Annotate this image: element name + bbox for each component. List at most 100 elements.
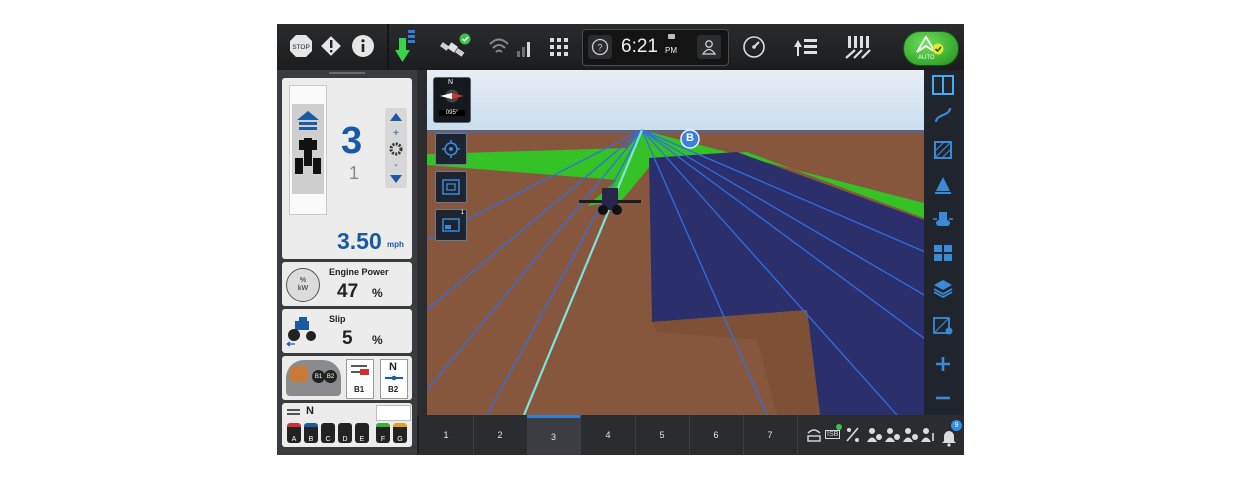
split-view-icon — [932, 75, 954, 95]
tiles-icon — [934, 245, 952, 261]
transmission-card[interactable]: 3 1 + - 3.50 mph — [282, 78, 412, 259]
line-b-marker[interactable]: B — [686, 132, 694, 144]
headland-button[interactable] — [929, 171, 957, 199]
auto-label: AUTO — [918, 55, 935, 61]
hitch-card[interactable]: B1 B2 B1 N B2 — [282, 356, 412, 400]
remote-valve-e[interactable]: E — [355, 423, 369, 443]
isobus-badge[interactable]: ISB — [825, 430, 841, 439]
remote-flow-right-box[interactable] — [376, 405, 411, 421]
svg-text:-: - — [394, 160, 397, 171]
satellite-icon[interactable] — [437, 32, 471, 62]
remote-valve-g[interactable]: G — [393, 423, 407, 443]
panel-handle[interactable] — [329, 72, 365, 74]
field-extents-icon — [442, 179, 460, 195]
slip-title: Slip — [329, 314, 346, 324]
remote-valve-c[interactable]: C — [321, 423, 335, 443]
layers-button[interactable] — [929, 274, 957, 302]
panel-divider — [417, 70, 427, 415]
slip-card[interactable]: Slip 5 % — [282, 309, 412, 353]
gear-adjust-control[interactable]: + - — [385, 108, 407, 188]
run-screen-tab[interactable]: 7 — [743, 415, 798, 455]
recenter-button[interactable] — [435, 133, 467, 165]
boundary-button[interactable] — [929, 136, 957, 164]
split-view-button[interactable] — [929, 71, 957, 99]
compass-widget[interactable]: N 095° — [433, 77, 471, 123]
help-button[interactable]: ? — [588, 35, 612, 59]
performance-gauge-icon[interactable] — [742, 35, 766, 59]
engine-power-card[interactable]: % kW Engine Power 47 % — [282, 262, 412, 306]
screen-layout-button[interactable]: 1 — [435, 209, 467, 241]
tab-label: 2 — [497, 430, 503, 440]
operator-4-icon[interactable] — [919, 425, 937, 445]
operator-2-icon[interactable] — [883, 425, 901, 445]
user-profile-button[interactable] — [697, 35, 721, 59]
run-screen-tab[interactable]: 2 — [473, 415, 528, 455]
hitch-gauge-b2: B2 — [324, 370, 337, 383]
clock-time[interactable]: 6:21 — [621, 36, 658, 58]
auto-steer-button[interactable]: AUTO — [903, 31, 959, 66]
compass-needle-icon — [440, 89, 464, 103]
run-screen-tab-active[interactable]: 3 — [527, 415, 581, 455]
run-screen-tab[interactable]: 4 — [581, 415, 636, 455]
remote-valve-b[interactable]: B — [304, 423, 318, 443]
hitch-b2-neutral: N — [389, 361, 397, 373]
sequence-up-icon[interactable] — [793, 36, 821, 58]
operator-1-icon[interactable] — [865, 425, 883, 445]
run-screen-tab[interactable]: 1 — [419, 415, 474, 455]
engine-power-icon: % kW — [286, 268, 320, 302]
remote-valve-a[interactable]: A — [287, 423, 301, 443]
operator-3-icon[interactable] — [901, 425, 919, 445]
svg-text:?: ? — [597, 43, 602, 53]
apps-grid-icon[interactable] — [549, 37, 569, 57]
remote-valve-d[interactable]: D — [338, 423, 352, 443]
zoom-in-button[interactable] — [929, 350, 957, 378]
run-screen-tab[interactable]: 5 — [635, 415, 690, 455]
headland-icon — [935, 177, 951, 194]
guidance-curve-icon — [934, 107, 952, 123]
field-tillage-icon[interactable] — [845, 34, 873, 60]
info-icon[interactable] — [351, 34, 375, 58]
lower-implement-icon[interactable] — [393, 28, 417, 66]
ground-speed-unit: mph — [387, 240, 404, 249]
hitch-b2-button[interactable]: N B2 — [380, 359, 408, 399]
vehicle-offset-button[interactable] — [929, 205, 957, 233]
guidance-map-view[interactable]: B N 095° 1 — [427, 70, 964, 415]
bottom-bar: 1 2 3 4 5 6 7 ISB 9 — [419, 415, 964, 455]
zoom-out-button[interactable] — [929, 384, 957, 412]
tab-label: 5 — [659, 430, 665, 440]
hitch-b1-button[interactable]: B1 — [346, 359, 374, 399]
remote-valves-card[interactable]: N A B C D E F G — [282, 403, 412, 447]
compass-heading: 095° — [439, 110, 465, 116]
notification-count: 9 — [951, 420, 962, 431]
layout-screen-icon — [442, 218, 460, 232]
warning-diamond-icon[interactable] — [319, 34, 343, 58]
minus-icon — [936, 396, 950, 400]
run-screen-tab[interactable]: 6 — [689, 415, 744, 455]
field-3d-scene[interactable] — [427, 70, 964, 415]
tractor-slip-icon — [286, 317, 316, 347]
tab-label: 3 — [550, 431, 556, 442]
slip-value: 5 — [342, 328, 353, 349]
engine-power-title: Engine Power — [329, 267, 389, 277]
camera-small-icon — [668, 34, 675, 39]
remote-flow-icon — [287, 409, 300, 415]
hitch-raise-lower-icon — [351, 365, 369, 375]
hitch-gauge-orange — [290, 366, 308, 382]
section-control-icon[interactable] — [845, 425, 861, 445]
map-layout-button[interactable] — [929, 239, 957, 267]
stop-text: STOP — [292, 44, 310, 51]
stop-button[interactable]: STOP — [289, 34, 313, 58]
zoom-extents-button[interactable] — [435, 171, 467, 203]
tab-label: 6 — [713, 430, 719, 440]
tab-label: 4 — [605, 430, 611, 440]
hitch-gauge-icon: B1 B2 — [286, 360, 341, 396]
hitch-float-icon — [385, 375, 403, 381]
rtk-status-icon[interactable] — [805, 425, 823, 445]
remote-valve-f[interactable]: F — [376, 423, 390, 443]
tab-label: 1 — [443, 430, 449, 440]
clock-panel: ? 6:21 PM — [582, 29, 729, 66]
guidance-curve-button[interactable] — [929, 101, 957, 129]
wifi-signal-icon[interactable] — [487, 34, 537, 60]
field-location-button[interactable] — [929, 312, 957, 340]
ground-speed-value: 3.50 — [337, 228, 382, 254]
